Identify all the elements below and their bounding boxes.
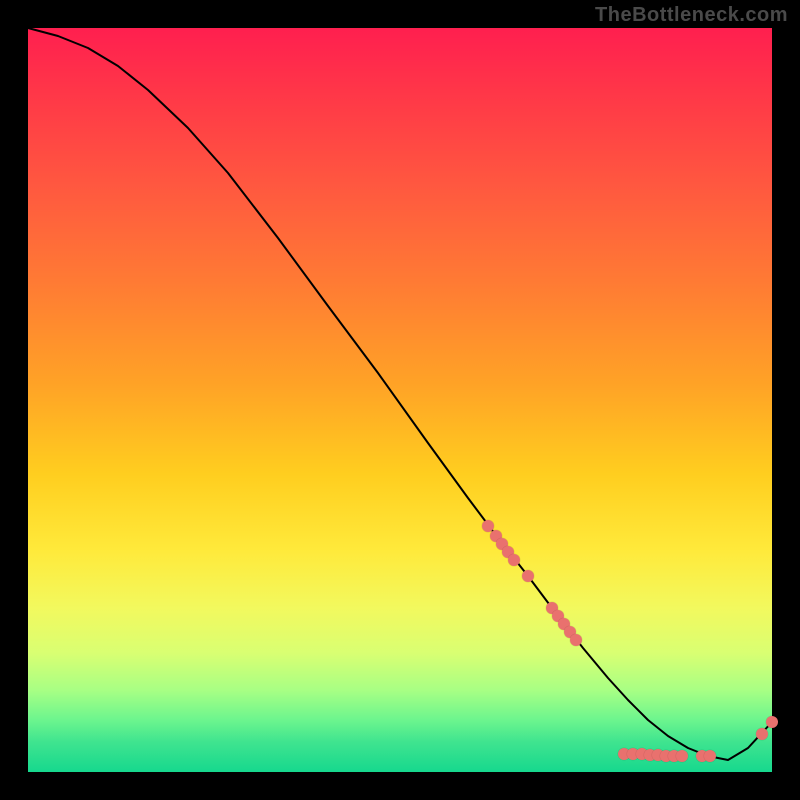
chart-frame: TheBottleneck.com — [0, 0, 800, 800]
data-marker — [756, 728, 768, 740]
curve-path — [28, 28, 772, 760]
data-marker — [570, 634, 582, 646]
plot-area — [28, 28, 772, 772]
data-marker — [508, 554, 520, 566]
data-marker — [766, 716, 778, 728]
attribution-watermark: TheBottleneck.com — [595, 4, 788, 27]
data-marker — [522, 570, 534, 582]
bottleneck-curve — [28, 28, 772, 772]
data-marker — [704, 750, 716, 762]
data-marker — [676, 750, 688, 762]
